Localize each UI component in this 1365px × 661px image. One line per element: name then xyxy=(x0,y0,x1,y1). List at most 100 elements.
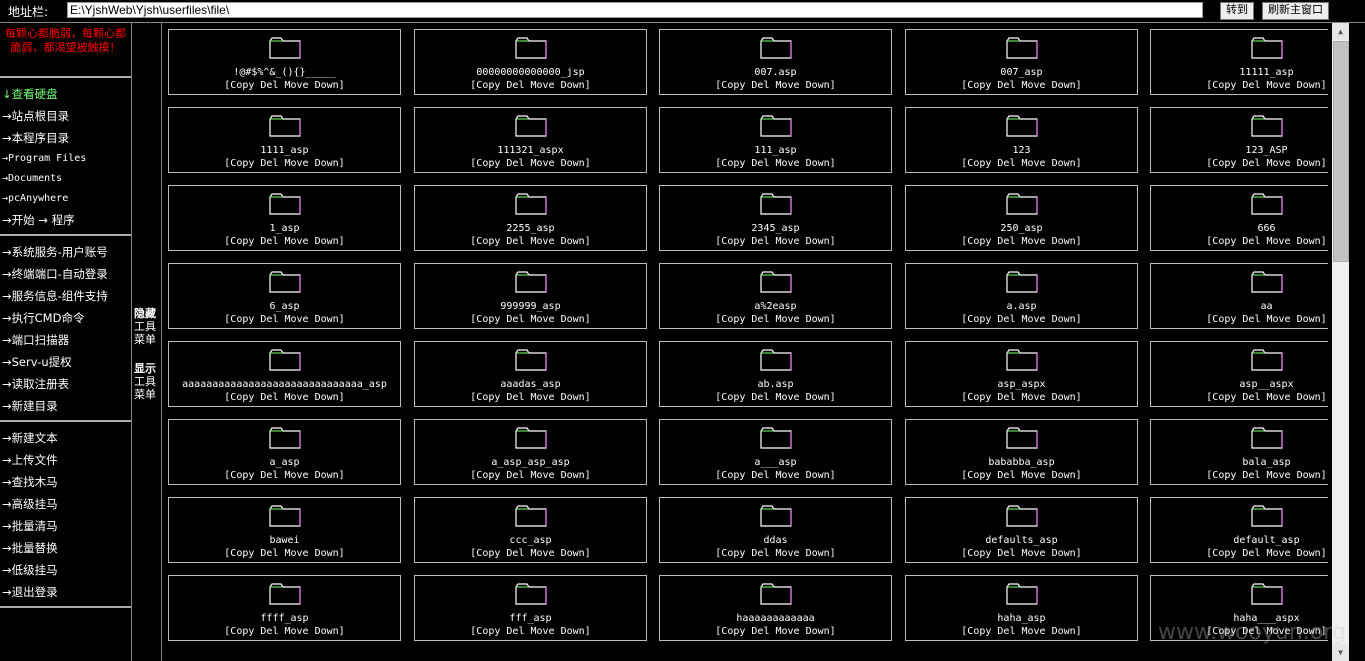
folder-actions[interactable]: [Copy Del Move Down] xyxy=(169,626,400,638)
folder-icon[interactable] xyxy=(1005,271,1038,293)
folder-name[interactable]: 123 xyxy=(906,145,1137,157)
folder-name[interactable]: asp__aspx xyxy=(1151,379,1328,391)
folder-actions[interactable]: [Copy Del Move Down] xyxy=(660,626,891,638)
refresh-main-window-button[interactable]: 刷新主窗口 xyxy=(1262,2,1329,20)
folder-tile[interactable]: 2345_asp [Copy Del Move Down] xyxy=(659,185,892,251)
sidebar-item[interactable]: →批量替换 xyxy=(0,537,131,559)
sidebar-item[interactable]: →新建文本 xyxy=(0,427,131,449)
folder-tile[interactable]: bababba_asp [Copy Del Move Down] xyxy=(905,419,1138,485)
folder-actions[interactable]: [Copy Del Move Down] xyxy=(169,236,400,248)
folder-icon[interactable] xyxy=(1005,505,1038,527)
folder-tile[interactable]: 111321_aspx [Copy Del Move Down] xyxy=(414,107,647,173)
folder-name[interactable]: fff_asp xyxy=(415,613,646,625)
folder-icon[interactable] xyxy=(514,505,547,527)
folder-icon[interactable] xyxy=(1250,349,1283,371)
sidebar-item[interactable]: →高级挂马 xyxy=(0,493,131,515)
folder-actions[interactable]: [Copy Del Move Down] xyxy=(1151,470,1328,482)
folder-name[interactable]: haaaaaaaaaaaa xyxy=(660,613,891,625)
folder-icon[interactable] xyxy=(1250,193,1283,215)
folder-actions[interactable]: [Copy Del Move Down] xyxy=(415,314,646,326)
folder-name[interactable]: 1_asp xyxy=(169,223,400,235)
folder-actions[interactable]: [Copy Del Move Down] xyxy=(660,236,891,248)
folder-tile[interactable]: 250_asp [Copy Del Move Down] xyxy=(905,185,1138,251)
folder-icon[interactable] xyxy=(1250,37,1283,59)
folder-icon[interactable] xyxy=(1005,37,1038,59)
folder-name[interactable]: bawei xyxy=(169,535,400,547)
folder-tile[interactable]: asp__aspx [Copy Del Move Down] xyxy=(1150,341,1328,407)
go-button[interactable]: 转到 xyxy=(1220,2,1254,20)
sidebar-item[interactable]: →查找木马 xyxy=(0,471,131,493)
folder-tile[interactable]: 123_ASP [Copy Del Move Down] xyxy=(1150,107,1328,173)
folder-tile[interactable]: 111_asp [Copy Del Move Down] xyxy=(659,107,892,173)
sidebar-item[interactable]: →退出登录 xyxy=(0,581,131,603)
folder-tile[interactable]: 666 [Copy Del Move Down] xyxy=(1150,185,1328,251)
folder-name[interactable]: a_asp_asp_asp xyxy=(415,457,646,469)
folder-actions[interactable]: [Copy Del Move Down] xyxy=(906,470,1137,482)
folder-tile[interactable]: 1_asp [Copy Del Move Down] xyxy=(168,185,401,251)
folder-actions[interactable]: [Copy Del Move Down] xyxy=(169,548,400,560)
folder-tile[interactable]: 00000000000000_jsp [Copy Del Move Down] xyxy=(414,29,647,95)
folder-name[interactable]: ccc_asp xyxy=(415,535,646,547)
folder-actions[interactable]: [Copy Del Move Down] xyxy=(415,392,646,404)
folder-icon[interactable] xyxy=(514,427,547,449)
folder-icon[interactable] xyxy=(1005,193,1038,215)
folder-tile[interactable]: aaadas_asp [Copy Del Move Down] xyxy=(414,341,647,407)
folder-name[interactable]: 2255_asp xyxy=(415,223,646,235)
scroll-up-arrow-icon[interactable]: ▲ xyxy=(1332,23,1349,40)
folder-name[interactable]: !@#$%^&_(){}_____ xyxy=(169,67,400,79)
folder-icon[interactable] xyxy=(1250,505,1283,527)
folder-name[interactable]: 666 xyxy=(1151,223,1328,235)
sidebar-item[interactable]: →系统服务-用户账号 xyxy=(0,241,131,263)
folder-icon[interactable] xyxy=(759,271,792,293)
folder-name[interactable]: 111_asp xyxy=(660,145,891,157)
folder-actions[interactable]: [Copy Del Move Down] xyxy=(906,80,1137,92)
sidebar-item[interactable]: →上传文件 xyxy=(0,449,131,471)
folder-name[interactable]: 6_asp xyxy=(169,301,400,313)
folder-tile[interactable]: 007.asp [Copy Del Move Down] xyxy=(659,29,892,95)
folder-name[interactable]: aa xyxy=(1151,301,1328,313)
folder-actions[interactable]: [Copy Del Move Down] xyxy=(1151,80,1328,92)
folder-actions[interactable]: [Copy Del Move Down] xyxy=(1151,158,1328,170)
folder-tile[interactable]: a___asp [Copy Del Move Down] xyxy=(659,419,892,485)
folder-icon[interactable] xyxy=(514,193,547,215)
folder-icon[interactable] xyxy=(514,271,547,293)
sidebar-item[interactable]: →终端端口-自动登录 xyxy=(0,263,131,285)
folder-icon[interactable] xyxy=(1005,427,1038,449)
folder-name[interactable]: bababba_asp xyxy=(906,457,1137,469)
folder-name[interactable]: aaaaaaaaaaaaaaaaaaaaaaaaaaaaaa_asp xyxy=(169,379,400,391)
folder-actions[interactable]: [Copy Del Move Down] xyxy=(169,80,400,92)
sidebar-item[interactable]: →开始 → 程序 xyxy=(0,209,131,231)
sidebar-item[interactable]: →新建目录 xyxy=(0,395,131,417)
folder-icon[interactable] xyxy=(759,505,792,527)
folder-name[interactable]: 007.asp xyxy=(660,67,891,79)
folder-actions[interactable]: [Copy Del Move Down] xyxy=(906,392,1137,404)
sidebar-item[interactable]: →pcAnywhere xyxy=(0,189,131,209)
folder-tile[interactable]: 007_asp [Copy Del Move Down] xyxy=(905,29,1138,95)
scroll-down-arrow-icon[interactable]: ▼ xyxy=(1332,644,1349,661)
scroll-thumb[interactable] xyxy=(1333,41,1349,262)
folder-icon[interactable] xyxy=(268,427,301,449)
folder-icon[interactable] xyxy=(759,427,792,449)
folder-icon[interactable] xyxy=(1005,349,1038,371)
folder-actions[interactable]: [Copy Del Move Down] xyxy=(415,470,646,482)
folder-actions[interactable]: [Copy Del Move Down] xyxy=(169,314,400,326)
sidebar-item[interactable]: →本程序目录 xyxy=(0,127,131,149)
folder-actions[interactable]: [Copy Del Move Down] xyxy=(1151,392,1328,404)
folder-name[interactable]: 007_asp xyxy=(906,67,1137,79)
folder-tile[interactable]: asp_aspx [Copy Del Move Down] xyxy=(905,341,1138,407)
folder-actions[interactable]: [Copy Del Move Down] xyxy=(415,626,646,638)
folder-icon[interactable] xyxy=(1005,583,1038,605)
sidebar-item[interactable]: →批量清马 xyxy=(0,515,131,537)
folder-icon[interactable] xyxy=(759,37,792,59)
folder-name[interactable]: 1111_asp xyxy=(169,145,400,157)
folder-actions[interactable]: [Copy Del Move Down] xyxy=(415,80,646,92)
folder-name[interactable]: bala_asp xyxy=(1151,457,1328,469)
folder-icon[interactable] xyxy=(1250,115,1283,137)
folder-icon[interactable] xyxy=(268,37,301,59)
folder-name[interactable]: 111321_aspx xyxy=(415,145,646,157)
folder-tile[interactable]: 11111_asp [Copy Del Move Down] xyxy=(1150,29,1328,95)
folder-actions[interactable]: [Copy Del Move Down] xyxy=(660,548,891,560)
folder-tile[interactable]: haaaaaaaaaaaa [Copy Del Move Down] xyxy=(659,575,892,641)
folder-tile[interactable]: 123 [Copy Del Move Down] xyxy=(905,107,1138,173)
folder-icon[interactable] xyxy=(514,583,547,605)
